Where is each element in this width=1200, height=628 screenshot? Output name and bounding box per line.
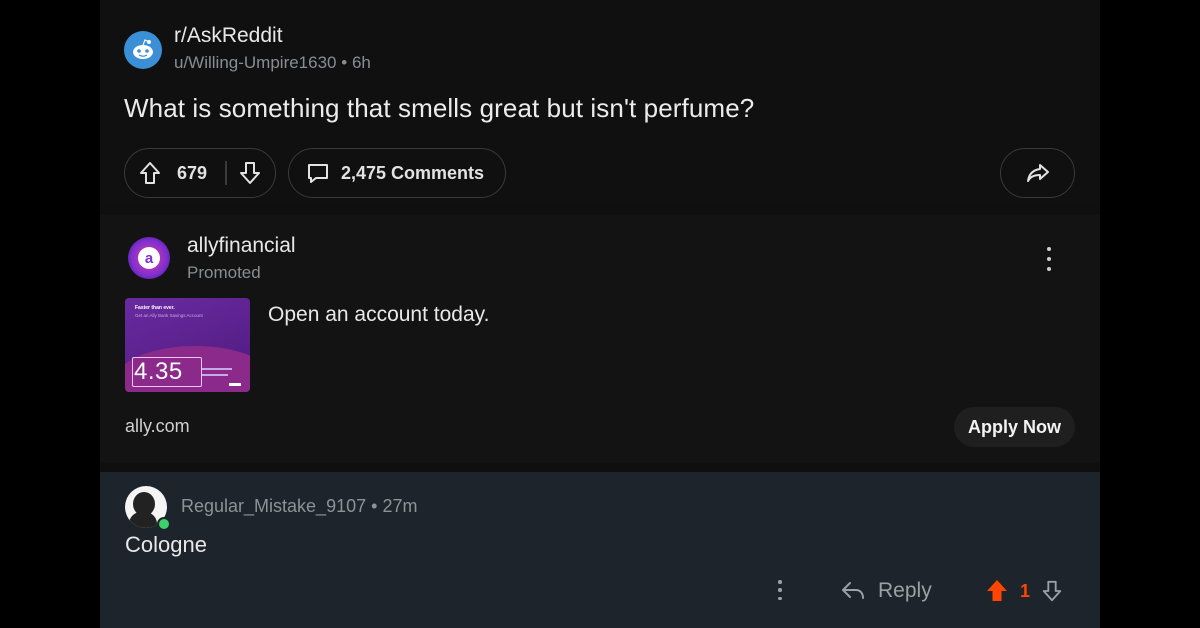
promoted-label: Promoted [187,263,261,282]
arrow-down-outline-icon[interactable] [237,160,263,186]
subreddit-name[interactable]: r/AskReddit [174,24,283,48]
post-age: 6h [351,53,371,72]
promoted-post[interactable]: a allyfinancial Promoted Faster than eve… [100,215,1100,463]
vertical-dots-icon[interactable] [1044,247,1054,271]
post-meta: u/Willing-Umpire1630 • 6h [174,53,371,73]
advertiser-avatar[interactable]: a [128,237,170,279]
advertiser-logo-letter: a [138,247,160,269]
avatar-body-shape [129,512,157,528]
online-status-icon [157,517,171,531]
comment: Regular_Mistake_9107 • 27m Cologne Reply… [100,472,1100,628]
comments-button[interactable]: 2,475 Comments [288,148,506,198]
ad-thumbnail[interactable]: Faster than ever. Get an Ally Bank Savin… [125,298,250,392]
share-arrow-icon [1026,164,1049,182]
apply-now-button[interactable]: Apply Now [954,407,1075,447]
thumbnail-rate: 4.35 [134,358,183,385]
arrow-up-outline-icon[interactable] [137,160,163,186]
comment-meta: Regular_Mistake_9107 • 27m [181,496,417,517]
reply-arrow-icon [842,582,864,599]
comment-vote-count: 1 [1020,580,1031,601]
post-vote-count: 679 [177,162,208,183]
comment-body: Cologne [125,532,207,557]
meta-separator: • [341,53,352,72]
reply-button[interactable]: Reply [840,576,932,606]
ally-logo-mark [229,383,241,386]
arrow-down-outline-icon[interactable] [1040,579,1064,603]
share-button[interactable] [1000,148,1075,198]
snoo-icon [133,39,153,59]
post-title[interactable]: What is something that smells great but … [124,93,754,124]
thumbnail-fine-print [202,368,232,370]
comments-count-label: 2,475 Comments [341,162,485,183]
thumbnail-subtext: Get an Ally Bank Savings Account [135,313,203,318]
post-card: r/AskReddit u/Willing-Umpire1630 • 6h Wh… [100,0,1100,205]
post-author[interactable]: u/Willing-Umpire1630 [174,53,337,72]
subreddit-avatar[interactable] [124,31,162,69]
ad-domain[interactable]: ally.com [125,416,190,437]
thumbnail-fine-print [202,374,228,376]
vertical-dots-icon[interactable] [776,580,784,600]
post-vote-bar: 679 [124,148,276,198]
app-frame: r/AskReddit u/Willing-Umpire1630 • 6h Wh… [100,0,1100,628]
comment-vote-bar: 1 [984,576,1064,606]
comment-author[interactable]: Regular_Mistake_9107 [181,496,366,516]
comment-age: 27m [382,496,418,516]
vote-divider [225,161,227,185]
thumbnail-headline: Faster than ever. [135,305,175,311]
speech-bubble-icon [308,164,328,183]
ad-headline[interactable]: Open an account today. [268,303,489,327]
advertiser-name[interactable]: allyfinancial [187,234,296,258]
reply-label: Reply [878,579,932,602]
arrow-up-filled-icon[interactable] [984,578,1010,604]
meta-separator: • [371,496,383,516]
